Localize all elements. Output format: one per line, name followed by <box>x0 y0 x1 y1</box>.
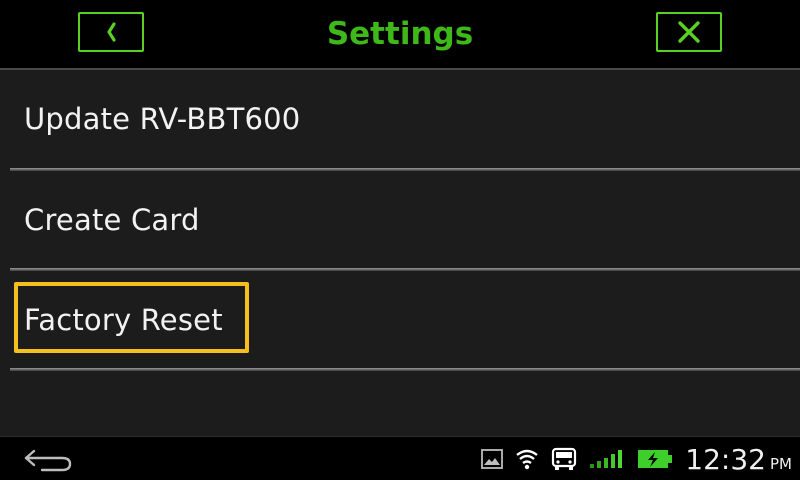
close-icon <box>678 21 700 43</box>
clock-ampm: PM <box>770 454 792 473</box>
clock: 12:32 PM <box>685 443 792 476</box>
back-arrow-icon <box>24 449 72 472</box>
back-button[interactable] <box>78 12 144 52</box>
row-divider <box>10 368 800 371</box>
chevron-left-icon <box>107 22 116 42</box>
selection-highlight <box>14 282 249 353</box>
menu-item-label: Create Card <box>24 203 200 237</box>
close-button[interactable] <box>656 12 722 52</box>
menu-item-create-card[interactable]: Create Card <box>10 171 800 269</box>
battery-charging-icon <box>637 448 673 470</box>
bus-icon <box>551 447 577 471</box>
system-back-button[interactable] <box>22 447 74 477</box>
system-navigation-bar: 12:32 PM <box>0 436 800 480</box>
clock-time: 12:32 <box>685 442 766 476</box>
header-bar: Settings <box>0 0 800 68</box>
wifi-icon <box>515 448 539 470</box>
signal-icon <box>589 449 625 469</box>
menu-item-label: Update RV-BBT600 <box>24 102 301 136</box>
menu-item-update[interactable]: Update RV-BBT600 <box>10 70 800 168</box>
gallery-icon <box>481 449 504 469</box>
status-icons: 12:32 PM <box>481 437 800 480</box>
settings-screen: Settings Update RV-BBT600 Create Card Fa… <box>0 0 800 480</box>
